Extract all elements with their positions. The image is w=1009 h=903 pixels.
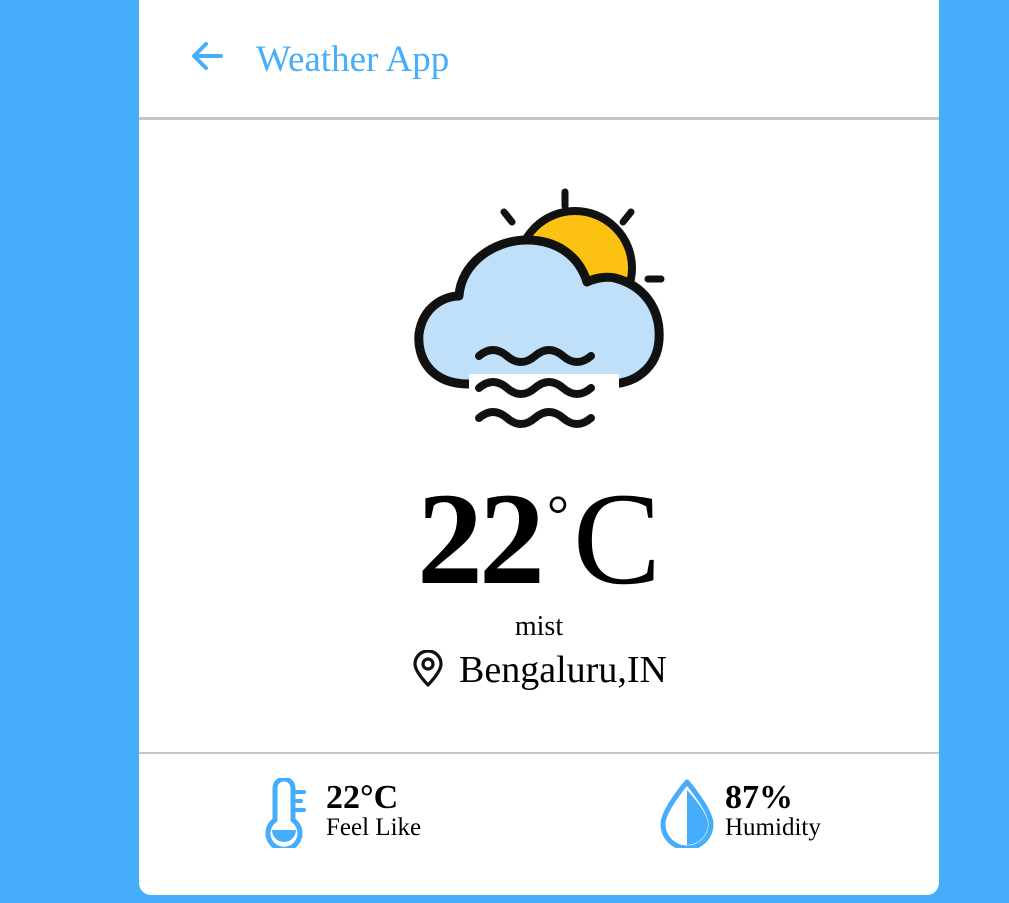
location-text: Bengaluru,IN (459, 649, 667, 691)
humidity-stat: 87% Humidity (657, 778, 877, 858)
feels-like-label: Feel Like (326, 814, 422, 841)
app-title: Weather App (256, 39, 450, 80)
humidity-label: Humidity (725, 814, 821, 841)
divider (139, 752, 939, 754)
app-header: Weather App (139, 0, 939, 120)
temperature-display: 22 °C (139, 440, 939, 614)
degree-symbol: ° (546, 484, 569, 545)
back-button[interactable] (189, 38, 225, 74)
humidity-value: 87% (725, 779, 793, 816)
map-pin-icon (413, 650, 443, 687)
cloud-sun-mist-icon (409, 188, 669, 443)
weather-description: mist (514, 611, 564, 642)
feels-like-stat: 22°C Feel Like (264, 778, 484, 858)
feels-like-value: 22°C (326, 779, 399, 816)
location: Bengaluru,IN (139, 646, 939, 694)
thermometer-icon (265, 778, 306, 848)
temperature-value: 22 (416, 465, 545, 612)
weather-card: Weather App 22 °C mist Bengaluru,IN 22°C… (139, 0, 939, 895)
water-drop-icon (660, 779, 714, 848)
arrow-left-icon (192, 42, 223, 70)
temperature-unit: C (572, 465, 662, 612)
